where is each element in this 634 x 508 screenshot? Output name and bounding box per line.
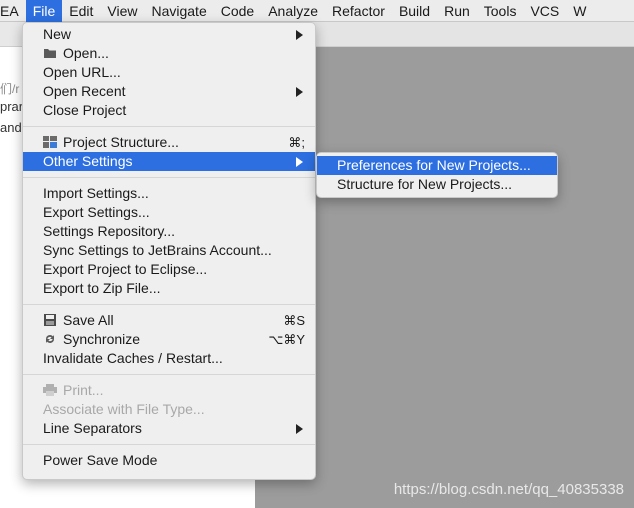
menu-item-synchronize[interactable]: Synchronize ⌥⌘Y bbox=[23, 330, 315, 349]
menu-separator bbox=[23, 177, 315, 178]
menu-bar: EA File Edit View Navigate Code Analyze Refacto… bbox=[0, 0, 634, 22]
menu-item-export-settings[interactable]: Export Settings... bbox=[23, 203, 315, 222]
print-icon bbox=[43, 382, 57, 396]
menu-code[interactable]: Code bbox=[214, 0, 261, 22]
menu-ea[interactable]: EA bbox=[0, 0, 26, 22]
menu-item-label: Settings Repository... bbox=[43, 223, 176, 239]
menu-item-project-structure[interactable]: Project Structure... ⌘; bbox=[23, 133, 315, 152]
menu-file[interactable]: File bbox=[25, 0, 63, 22]
menu-item-label: Open... bbox=[63, 45, 109, 61]
menu-vcs[interactable]: VCS bbox=[523, 0, 566, 22]
submenu-arrow-icon bbox=[296, 424, 303, 434]
menu-item-import-settings[interactable]: Import Settings... bbox=[23, 184, 315, 203]
menu-item-power-save-mode[interactable]: Power Save Mode bbox=[23, 451, 315, 470]
menu-build[interactable]: Build bbox=[392, 0, 437, 22]
submenu-arrow-icon bbox=[296, 157, 303, 167]
menu-item-label: Export Project to Eclipse... bbox=[43, 261, 208, 277]
submenu-arrow-icon bbox=[296, 30, 303, 40]
menu-item-label: Import Settings... bbox=[43, 185, 149, 201]
menu-item-sync-settings-to-jetbrains-account[interactable]: Sync Settings to JetBrains Account... bbox=[23, 241, 315, 260]
menu-separator bbox=[23, 126, 315, 127]
menu-item-print: Print... bbox=[23, 381, 315, 400]
menu-item-label: Project Structure... bbox=[63, 134, 179, 150]
menu-item-export-to-zip-file[interactable]: Export to Zip File... bbox=[23, 279, 315, 298]
menu-item-label: Export to Zip File... bbox=[43, 280, 161, 296]
menu-item-label: Invalidate Caches / Restart... bbox=[43, 350, 223, 366]
menu-item-label: Synchronize bbox=[63, 331, 141, 347]
menu-view[interactable]: View bbox=[100, 0, 144, 22]
menu-tools[interactable]: Tools bbox=[477, 0, 524, 22]
file-menu: New Open... Open URL... Open Recent Close Pr… bbox=[22, 22, 316, 480]
menu-refactor[interactable]: Refactor bbox=[325, 0, 392, 22]
folder-icon bbox=[43, 45, 57, 58]
menu-item-other-settings[interactable]: Other Settings bbox=[23, 152, 315, 171]
menu-separator bbox=[23, 374, 315, 375]
menu-item-label: Export Settings... bbox=[43, 204, 150, 220]
menu-separator bbox=[23, 444, 315, 445]
menu-item-label: Close Project bbox=[43, 102, 127, 118]
menu-item-save-all[interactable]: Save All ⌘S bbox=[23, 311, 315, 330]
shortcut-label: ⌥⌘Y bbox=[268, 332, 305, 347]
menu-edit[interactable]: Edit bbox=[62, 0, 100, 22]
menu-item-associate-with-file-type: Associate with File Type... bbox=[23, 400, 315, 419]
submenu-arrow-icon bbox=[296, 87, 303, 97]
menu-analyze[interactable]: Analyze bbox=[261, 0, 325, 22]
menu-item-label: Associate with File Type... bbox=[43, 401, 205, 417]
menu-item-settings-repository[interactable]: Settings Repository... bbox=[23, 222, 315, 241]
text-fragment: prar bbox=[0, 99, 24, 114]
menu-item-label: Other Settings bbox=[43, 153, 133, 169]
menu-item-invalidate-caches-restart[interactable]: Invalidate Caches / Restart... bbox=[23, 349, 315, 368]
save-icon bbox=[43, 312, 57, 326]
submenu-item-preferences-for-new-projects[interactable]: Preferences for New Projects... bbox=[317, 156, 557, 175]
menu-item-label: Power Save Mode bbox=[43, 452, 158, 468]
menu-item-open-recent[interactable]: Open Recent bbox=[23, 82, 315, 101]
menu-item-label: Print... bbox=[63, 382, 104, 398]
menu-item-label: Line Separators bbox=[43, 420, 142, 436]
sync-icon bbox=[43, 331, 57, 343]
menu-run[interactable]: Run bbox=[437, 0, 477, 22]
menu-item-label: Open URL... bbox=[43, 64, 121, 80]
menu-item-label: New bbox=[43, 26, 72, 42]
project-structure-icon bbox=[43, 134, 57, 148]
submenu-item-structure-for-new-projects[interactable]: Structure for New Projects... bbox=[317, 175, 557, 194]
text-fragment: and bbox=[0, 120, 22, 135]
other-settings-submenu: Preferences for New Projects... Structure… bbox=[316, 152, 558, 198]
menu-item-label: Open Recent bbox=[43, 83, 126, 99]
menu-item-label: Save All bbox=[63, 312, 114, 328]
path-fragment: 们/r bbox=[0, 82, 20, 96]
menu-item-open-url[interactable]: Open URL... bbox=[23, 63, 315, 82]
shortcut-label: ⌘S bbox=[283, 313, 305, 328]
menu-w[interactable]: W bbox=[566, 0, 593, 22]
menu-item-new[interactable]: New bbox=[23, 25, 315, 44]
menu-item-line-separators[interactable]: Line Separators bbox=[23, 419, 315, 438]
menu-item-export-project-to-eclipse[interactable]: Export Project to Eclipse... bbox=[23, 260, 315, 279]
menu-navigate[interactable]: Navigate bbox=[144, 0, 213, 22]
watermark: https://blog.csdn.net/qq_40835338 bbox=[393, 481, 624, 498]
menu-item-label: Sync Settings to JetBrains Account... bbox=[43, 242, 272, 258]
menu-item-open[interactable]: Open... bbox=[23, 44, 315, 63]
shortcut-label: ⌘; bbox=[288, 135, 305, 150]
menu-separator bbox=[23, 304, 315, 305]
menu-item-close-project[interactable]: Close Project bbox=[23, 101, 315, 120]
